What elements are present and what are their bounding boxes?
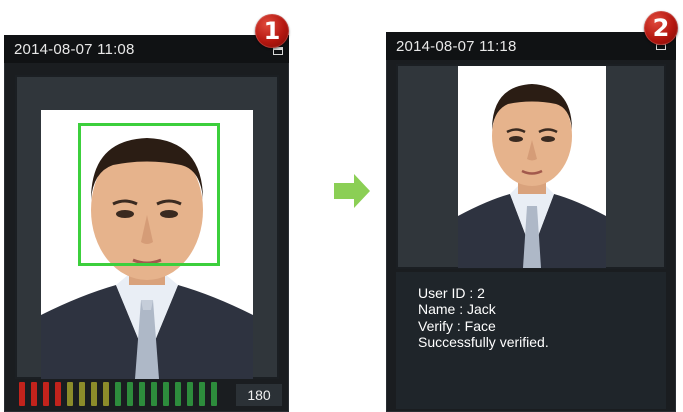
level-segment — [211, 382, 217, 406]
level-segment — [43, 382, 49, 406]
verify-method-text: Verify : Face — [418, 318, 496, 334]
arrow-right-icon — [334, 174, 370, 208]
status-bar: 2014-08-07 11:18 — [386, 32, 676, 60]
level-segment — [19, 382, 25, 406]
datetime-label: 2014-08-07 11:08 — [14, 41, 135, 58]
level-segment — [31, 382, 37, 406]
level-segment — [55, 382, 61, 406]
level-segment — [163, 382, 169, 406]
level-segment — [199, 382, 205, 406]
level-segment — [103, 382, 109, 406]
step-badge: 2 — [644, 11, 678, 45]
verification-info-panel: User ID : 2 Name : Jack Verify : Face Su… — [396, 272, 666, 409]
level-segment — [175, 382, 181, 406]
level-segment — [67, 382, 73, 406]
face-photo — [458, 66, 606, 268]
level-segment — [91, 382, 97, 406]
user-id-text: User ID : 2 — [418, 285, 485, 301]
match-score: 180 — [236, 384, 282, 406]
dock-icon — [273, 47, 283, 55]
verification-status-text: Successfully verified. — [418, 334, 549, 350]
step-badge: 1 — [255, 14, 289, 48]
status-bar: 2014-08-07 11:08 — [4, 35, 289, 63]
verification-result-screen: 2014-08-07 11:18 User ID : 2 Name: Jack… — [386, 32, 676, 412]
datetime-label: 2014-08-07 11:18 — [396, 38, 517, 55]
level-segment — [115, 382, 121, 406]
level-segment — [187, 382, 193, 406]
level-segment — [139, 382, 145, 406]
level-segment — [151, 382, 157, 406]
match-level-bar — [19, 382, 219, 406]
level-segment — [127, 382, 133, 406]
face-detection-box — [78, 123, 220, 266]
user-name-text: Name : Jack — [418, 301, 496, 317]
level-segment — [79, 382, 85, 406]
face-image — [458, 66, 606, 268]
camera-frame — [396, 64, 666, 269]
face-capture-screen: 2014-08-07 11:08 180 — [4, 35, 289, 412]
